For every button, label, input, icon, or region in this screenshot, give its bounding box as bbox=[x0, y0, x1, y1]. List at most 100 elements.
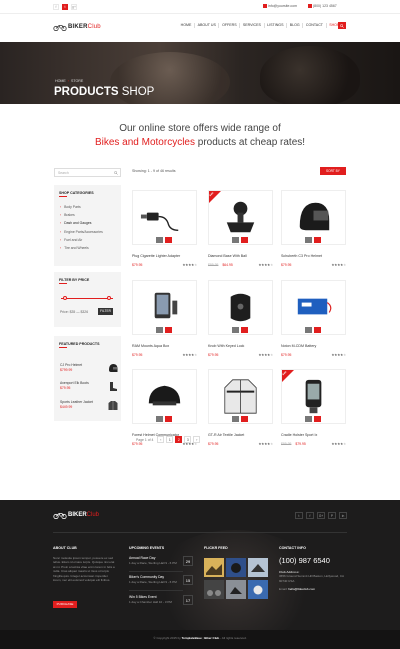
boots-thumbnail[interactable] bbox=[108, 381, 118, 392]
product-name[interactable]: Diamond Base With Ball bbox=[208, 254, 247, 258]
event-item[interactable]: Win 5 Bikes Event 1 day a Chamber Hall 1… bbox=[129, 595, 193, 611]
wishlist-icon[interactable] bbox=[241, 416, 248, 422]
footer-email[interactable]: hello@bikeclub.com bbox=[288, 587, 315, 591]
site-logo[interactable]: BIKERClub bbox=[53, 22, 101, 32]
event-item[interactable]: Biker's Community Day 1 day a Race, Ster… bbox=[129, 575, 193, 591]
product-image[interactable]: Sale bbox=[208, 190, 273, 245]
wishlist-icon[interactable] bbox=[165, 237, 172, 243]
product-image[interactable] bbox=[132, 369, 197, 424]
featured-item[interactable]: Avenport Elk Boots $79.95 bbox=[60, 381, 118, 395]
product-name[interactable]: Knob With Keyed Lock bbox=[208, 344, 244, 348]
product-image[interactable]: Sale bbox=[281, 369, 346, 424]
category-item[interactable]: Dash and Gauges bbox=[60, 219, 103, 227]
search-icon[interactable] bbox=[114, 171, 118, 175]
nav-item-home[interactable]: Home bbox=[178, 23, 195, 28]
add-to-cart-icon[interactable] bbox=[156, 327, 163, 333]
wishlist-icon[interactable] bbox=[241, 327, 248, 333]
sort-button[interactable]: Sort by bbox=[320, 167, 346, 175]
footer-facebook-icon[interactable]: f bbox=[306, 512, 314, 519]
product-name[interactable]: Cradle Holster Sport Ix bbox=[281, 433, 317, 437]
filter-button[interactable]: Filter bbox=[98, 308, 113, 315]
wishlist-icon[interactable] bbox=[314, 416, 321, 422]
event-item[interactable]: Annual Race Day 1 day a Race, Sterling H… bbox=[129, 556, 193, 572]
product-image[interactable] bbox=[281, 190, 346, 245]
header-search-button[interactable] bbox=[338, 22, 346, 29]
product-image[interactable] bbox=[132, 190, 197, 245]
price-slider-min-handle[interactable] bbox=[63, 296, 68, 300]
product-price: $79.95 bbox=[132, 263, 142, 267]
product-name[interactable]: Schuberth C3 Pro Helmet bbox=[281, 254, 322, 258]
flickr-photo[interactable] bbox=[204, 580, 224, 599]
add-to-cart-icon[interactable] bbox=[232, 237, 239, 243]
category-item[interactable]: Tire and Wheels bbox=[60, 244, 103, 252]
copyright-site-link[interactable]: Biker Club bbox=[204, 636, 219, 640]
product-rating: ★★★★★ bbox=[258, 263, 273, 267]
product-image[interactable] bbox=[132, 280, 197, 335]
product-name[interactable]: Noton M-CDM Battery bbox=[281, 344, 316, 348]
pager-page[interactable]: 3 bbox=[184, 436, 192, 443]
wishlist-icon[interactable] bbox=[314, 237, 321, 243]
featured-item[interactable]: CJ Pro Helmet $799.99 bbox=[60, 363, 118, 377]
add-to-cart-icon[interactable] bbox=[305, 416, 312, 422]
category-item[interactable]: Fuel and Air bbox=[60, 236, 103, 244]
add-to-cart-icon[interactable] bbox=[156, 416, 163, 422]
footer-linkedin-icon[interactable]: in bbox=[339, 512, 347, 519]
wishlist-icon[interactable] bbox=[314, 327, 321, 333]
sidebar-search-input[interactable]: Search bbox=[54, 168, 121, 177]
nav-item-services[interactable]: Services bbox=[240, 23, 265, 28]
flickr-photo[interactable] bbox=[204, 558, 224, 577]
add-to-cart-icon[interactable] bbox=[305, 327, 312, 333]
footer-twitter-icon[interactable]: t bbox=[295, 512, 303, 519]
site-footer: BIKERClub t f G+ P in About Club Nunc mo… bbox=[0, 500, 400, 630]
add-to-cart-icon[interactable] bbox=[156, 237, 163, 243]
featured-item[interactable]: Sports Leather Jacket $449.99 bbox=[60, 400, 118, 414]
category-item[interactable]: Body Parts bbox=[60, 203, 103, 211]
nav-item-about-us[interactable]: About Us bbox=[195, 23, 220, 28]
flickr-photo[interactable] bbox=[226, 558, 246, 577]
twitter-icon[interactable]: t bbox=[62, 4, 68, 10]
top-email[interactable]: info@yoursite.com bbox=[263, 4, 297, 9]
nav-item-contact[interactable]: Contact bbox=[303, 23, 327, 28]
wishlist-icon[interactable] bbox=[241, 237, 248, 243]
pager-page[interactable]: 1 bbox=[166, 436, 174, 443]
star-empty-icon: ★ bbox=[194, 353, 197, 357]
footer-google-plus-icon[interactable]: G+ bbox=[317, 512, 325, 519]
price-slider-max-handle[interactable] bbox=[106, 296, 111, 300]
category-item[interactable]: Brakes bbox=[60, 211, 103, 219]
copyright-brand-link[interactable]: TemplateBase bbox=[182, 636, 202, 640]
product-image[interactable] bbox=[281, 280, 346, 335]
nav-item-offers[interactable]: Offers bbox=[219, 23, 241, 28]
facebook-icon[interactable]: f bbox=[53, 4, 59, 10]
footer-pinterest-icon[interactable]: P bbox=[328, 512, 336, 519]
add-to-cart-icon[interactable] bbox=[305, 237, 312, 243]
add-to-cart-icon[interactable] bbox=[232, 416, 239, 422]
product-image[interactable] bbox=[208, 280, 273, 335]
product-image[interactable] bbox=[208, 369, 273, 424]
flickr-photo[interactable] bbox=[248, 558, 268, 577]
product-name[interactable]: Plug Cigarette Lighter Adapter bbox=[132, 254, 180, 258]
product-name[interactable]: GT-R Air Textile Jacket bbox=[208, 433, 244, 437]
pager-next[interactable]: › bbox=[193, 436, 201, 443]
wishlist-icon[interactable] bbox=[165, 327, 172, 333]
pager-prev[interactable]: ‹ bbox=[157, 436, 165, 443]
nav-item-blog[interactable]: Blog bbox=[287, 23, 304, 28]
nav-item-listings[interactable]: Listings bbox=[265, 23, 288, 28]
flickr-photo[interactable] bbox=[226, 580, 246, 599]
copyright-text: © Copyright 2015 by bbox=[153, 636, 182, 640]
product-current-price: $79.95 bbox=[281, 353, 292, 357]
footer-purchase-button[interactable]: Purchase bbox=[53, 601, 77, 608]
category-item[interactable]: Engine Parts/Accessories bbox=[60, 228, 103, 236]
pager-page[interactable]: 2 bbox=[175, 436, 183, 443]
add-to-cart-icon[interactable] bbox=[232, 327, 239, 333]
flickr-photo[interactable] bbox=[248, 580, 268, 599]
breadcrumb-home[interactable]: Home bbox=[55, 79, 66, 83]
page-hero: Home › Store Products Shop bbox=[0, 42, 400, 104]
footer-phone[interactable]: (100) 987 6540 bbox=[279, 556, 330, 565]
jacket-thumbnail[interactable] bbox=[108, 400, 118, 411]
footer-logo[interactable]: BIKERClub bbox=[53, 511, 99, 519]
price-slider-track[interactable] bbox=[61, 298, 113, 299]
product-name[interactable]: RAM Mounts Aqua Box bbox=[132, 344, 169, 348]
wishlist-icon[interactable] bbox=[165, 416, 172, 422]
helmet-thumbnail[interactable] bbox=[108, 363, 118, 374]
google-plus-icon[interactable]: g+ bbox=[71, 4, 77, 10]
